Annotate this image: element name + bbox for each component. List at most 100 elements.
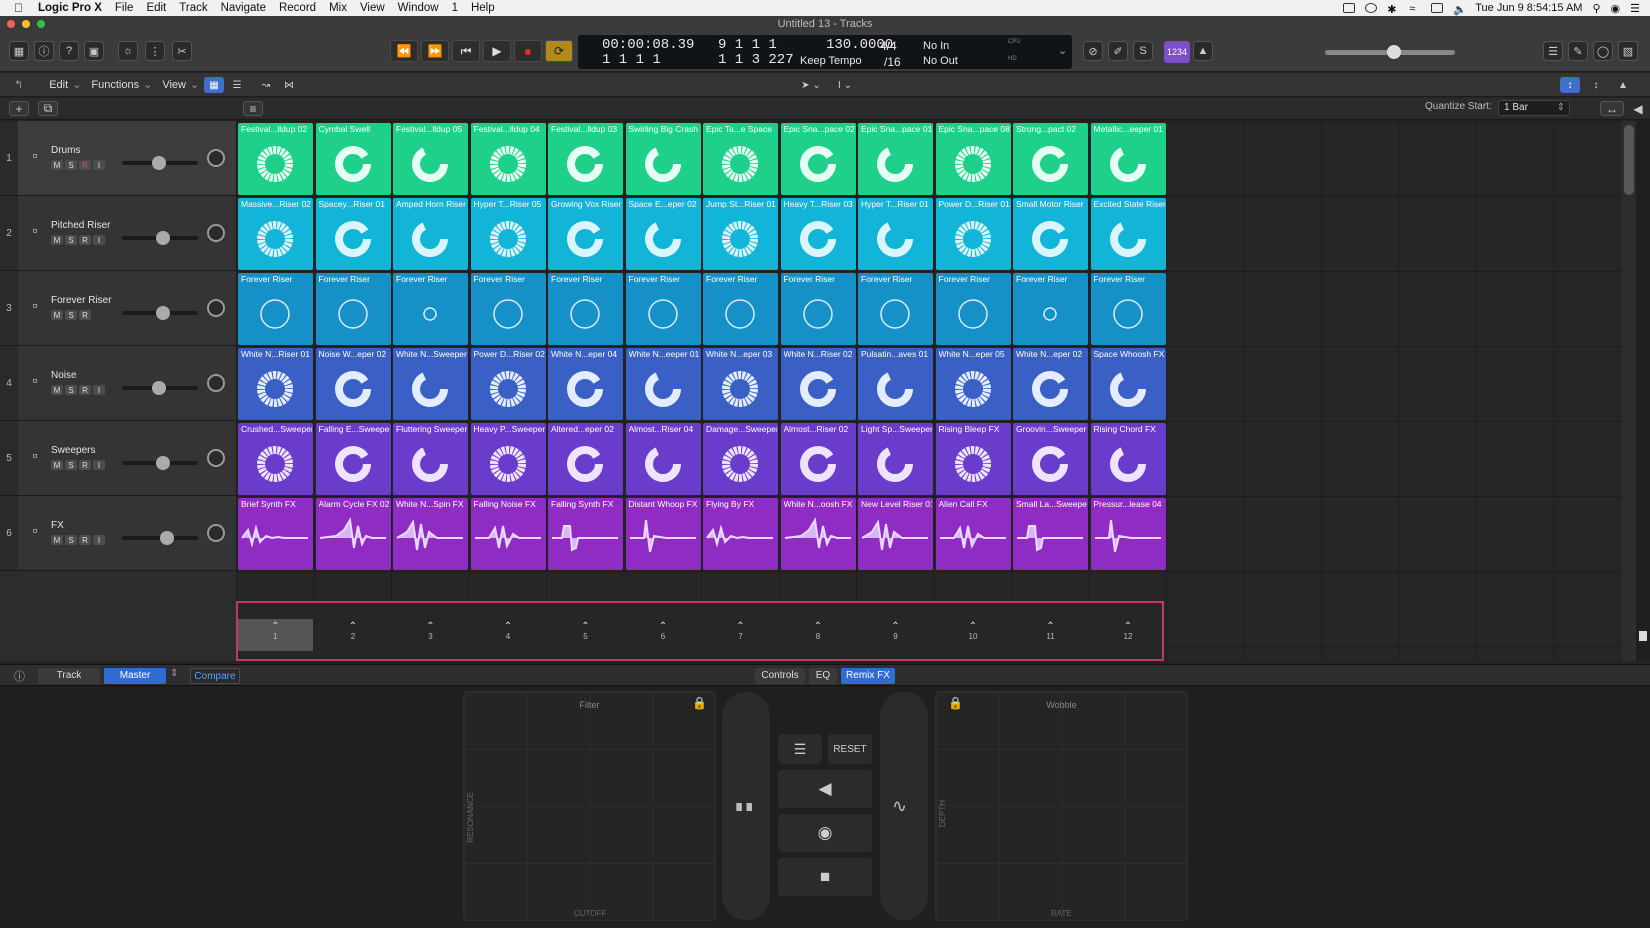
- loop-cell[interactable]: Strong...pact 02: [1013, 123, 1088, 195]
- mute-button[interactable]: M: [51, 310, 63, 320]
- loop-cell[interactable]: Rising Chord FX: [1090, 423, 1166, 495]
- flex-button[interactable]: ⋈: [279, 77, 299, 93]
- scene-trigger[interactable]: ⌃ 11: [1013, 619, 1088, 651]
- waveform-icon[interactable]: ▫: [24, 520, 46, 540]
- scene-trigger[interactable]: ⌃ 8: [781, 619, 856, 651]
- text-tool-menu[interactable]: I ⌄: [830, 77, 860, 93]
- remix-fx-tab[interactable]: Remix FX: [841, 668, 895, 684]
- loop-cell[interactable]: White N...Sweeper: [393, 348, 468, 420]
- record-enable-button[interactable]: R: [79, 385, 91, 395]
- scene-trigger[interactable]: ⌃ 4: [471, 619, 546, 651]
- lock-icon[interactable]: 🔒: [692, 696, 707, 710]
- loop-cell[interactable]: Massive...Riser 02: [238, 198, 313, 270]
- loop-cell[interactable]: Festival...lldup 03: [548, 123, 623, 195]
- loop-cell[interactable]: Epic Sna...pace 01: [858, 123, 933, 195]
- quantize-start-select[interactable]: 1 Bar ⇕: [1498, 100, 1570, 116]
- loop-browser-button[interactable]: ◯: [1593, 41, 1613, 61]
- tape-stop-button[interactable]: ■: [778, 858, 872, 896]
- menu-help[interactable]: Help: [471, 2, 495, 14]
- scrollbar-thumb[interactable]: [1624, 125, 1634, 195]
- scene-trigger[interactable]: ⌃ 9: [858, 619, 933, 651]
- list-editors-button[interactable]: ☰: [1543, 41, 1563, 61]
- record-button[interactable]: ●: [514, 40, 542, 62]
- loop-cell[interactable]: White N...eper 04: [548, 348, 623, 420]
- menu-edit[interactable]: Edit: [146, 2, 166, 14]
- height-button[interactable]: ↕: [1586, 77, 1606, 93]
- grid-view-button[interactable]: ▦: [204, 77, 224, 93]
- loop-cell[interactable]: White N...oosh FX: [780, 498, 856, 570]
- track-name[interactable]: Forever Riser: [51, 295, 112, 306]
- loop-cell[interactable]: White N...eeper 01: [625, 348, 701, 420]
- vertical-zoom-button[interactable]: ↕: [1560, 77, 1580, 93]
- loop-cell[interactable]: Jump St...Riser 01: [703, 198, 778, 270]
- track-header[interactable]: 4 ▫ Noise MSRI: [0, 346, 236, 421]
- loop-cell[interactable]: Falling Noise FX: [470, 498, 546, 570]
- loop-cell[interactable]: Brief Synth FX: [238, 498, 313, 570]
- editors-button[interactable]: ✂: [172, 41, 192, 61]
- loop-cell[interactable]: Pulsatin...aves 01: [858, 348, 933, 420]
- fader-knob[interactable]: [152, 381, 166, 395]
- go-to-start-button[interactable]: ⏮: [452, 40, 480, 62]
- loop-cell[interactable]: Light Sp...Sweeper: [858, 423, 933, 495]
- pan-knob[interactable]: [207, 524, 225, 542]
- lcd-dropdown-icon[interactable]: ⌄: [1058, 44, 1067, 57]
- volume-icon[interactable]: 🔈: [1453, 3, 1467, 16]
- dropbox-icon[interactable]: [1343, 3, 1356, 13]
- loop-cell[interactable]: Alien Call FX: [935, 498, 1011, 570]
- notification-center-icon[interactable]: ☰: [1630, 2, 1640, 15]
- volume-fader[interactable]: [122, 381, 198, 395]
- pan-knob[interactable]: [207, 374, 225, 392]
- loop-cell[interactable]: Forever Riser: [238, 273, 313, 345]
- scene-trigger[interactable]: ⌃ 3: [393, 619, 468, 651]
- wifi-icon[interactable]: ≈: [1409, 3, 1421, 15]
- fader-knob[interactable]: [156, 456, 170, 470]
- bluetooth-icon[interactable]: ✱: [1387, 3, 1399, 16]
- menu-record[interactable]: Record: [279, 2, 316, 14]
- loop-cell[interactable]: White N...eper 03: [703, 348, 778, 420]
- loop-cell[interactable]: Noise W...eper 02: [315, 348, 391, 420]
- loop-cell[interactable]: Space E...eper 02: [625, 198, 701, 270]
- mute-button[interactable]: M: [51, 460, 63, 470]
- record-enable-button[interactable]: R: [79, 235, 91, 245]
- input-monitor-button[interactable]: I: [93, 160, 105, 170]
- loop-cell[interactable]: Small Motor Riser: [1013, 198, 1088, 270]
- loop-cell[interactable]: White N...Riser 01: [238, 348, 313, 420]
- back-arrow-icon[interactable]: ↰: [14, 78, 23, 91]
- loop-cell[interactable]: Alarm Cycle FX 02: [315, 498, 391, 570]
- menu-navigate[interactable]: Navigate: [221, 2, 266, 14]
- siri-icon[interactable]: ◉: [1611, 2, 1621, 15]
- mute-button[interactable]: M: [51, 160, 63, 170]
- fader-knob[interactable]: [160, 531, 174, 545]
- library-button[interactable]: ▦: [9, 41, 29, 61]
- mute-button[interactable]: M: [51, 385, 63, 395]
- loop-cell[interactable]: Epic Ta...e Space: [703, 123, 778, 195]
- menu-file[interactable]: File: [115, 2, 134, 14]
- inspector-button[interactable]: ⓘ: [34, 41, 54, 61]
- functions-menu[interactable]: Functions: [91, 79, 139, 91]
- loop-cell[interactable]: Excited State Riser: [1090, 198, 1166, 270]
- gater-pill-control[interactable]: ∎∎: [722, 692, 770, 920]
- replace-button[interactable]: ⊘: [1083, 41, 1103, 61]
- track-header[interactable]: 6 ▫ FX MSRI: [0, 496, 236, 571]
- loop-cell[interactable]: White N...Riser 02: [780, 348, 856, 420]
- menubar-clock[interactable]: Tue Jun 9 8:54:15 AM: [1475, 2, 1582, 14]
- loop-cell[interactable]: Almost...Riser 04: [625, 423, 701, 495]
- loop-cell[interactable]: Falling E...Sweeper: [315, 423, 391, 495]
- vertical-scrollbar[interactable]: [1622, 121, 1636, 661]
- loop-cell[interactable]: Pressur...lease 04: [1090, 498, 1166, 570]
- close-window-button[interactable]: [7, 20, 15, 28]
- rewind-button[interactable]: ⏪: [390, 40, 418, 62]
- solo-track-button[interactable]: S: [65, 310, 77, 320]
- loop-cell[interactable]: Power D...Riser 02: [470, 348, 546, 420]
- loop-cell[interactable]: Festival...lldup 02: [238, 123, 313, 195]
- browsers-button[interactable]: ▧: [1618, 41, 1638, 61]
- loop-cell[interactable]: White N...eper 05: [935, 348, 1011, 420]
- duplicate-track-button[interactable]: ⧉: [38, 101, 58, 116]
- track-name[interactable]: Pitched Riser: [51, 220, 110, 231]
- loop-cell[interactable]: Forever Riser: [935, 273, 1011, 345]
- toolbar-button[interactable]: ▣: [84, 41, 104, 61]
- loop-cell[interactable]: Forever Riser: [703, 273, 778, 345]
- loop-cell[interactable]: Hyper T...Riser 05: [470, 198, 546, 270]
- loop-cell[interactable]: Forever Riser: [1090, 273, 1166, 345]
- metronome-button[interactable]: ▲: [1193, 41, 1213, 61]
